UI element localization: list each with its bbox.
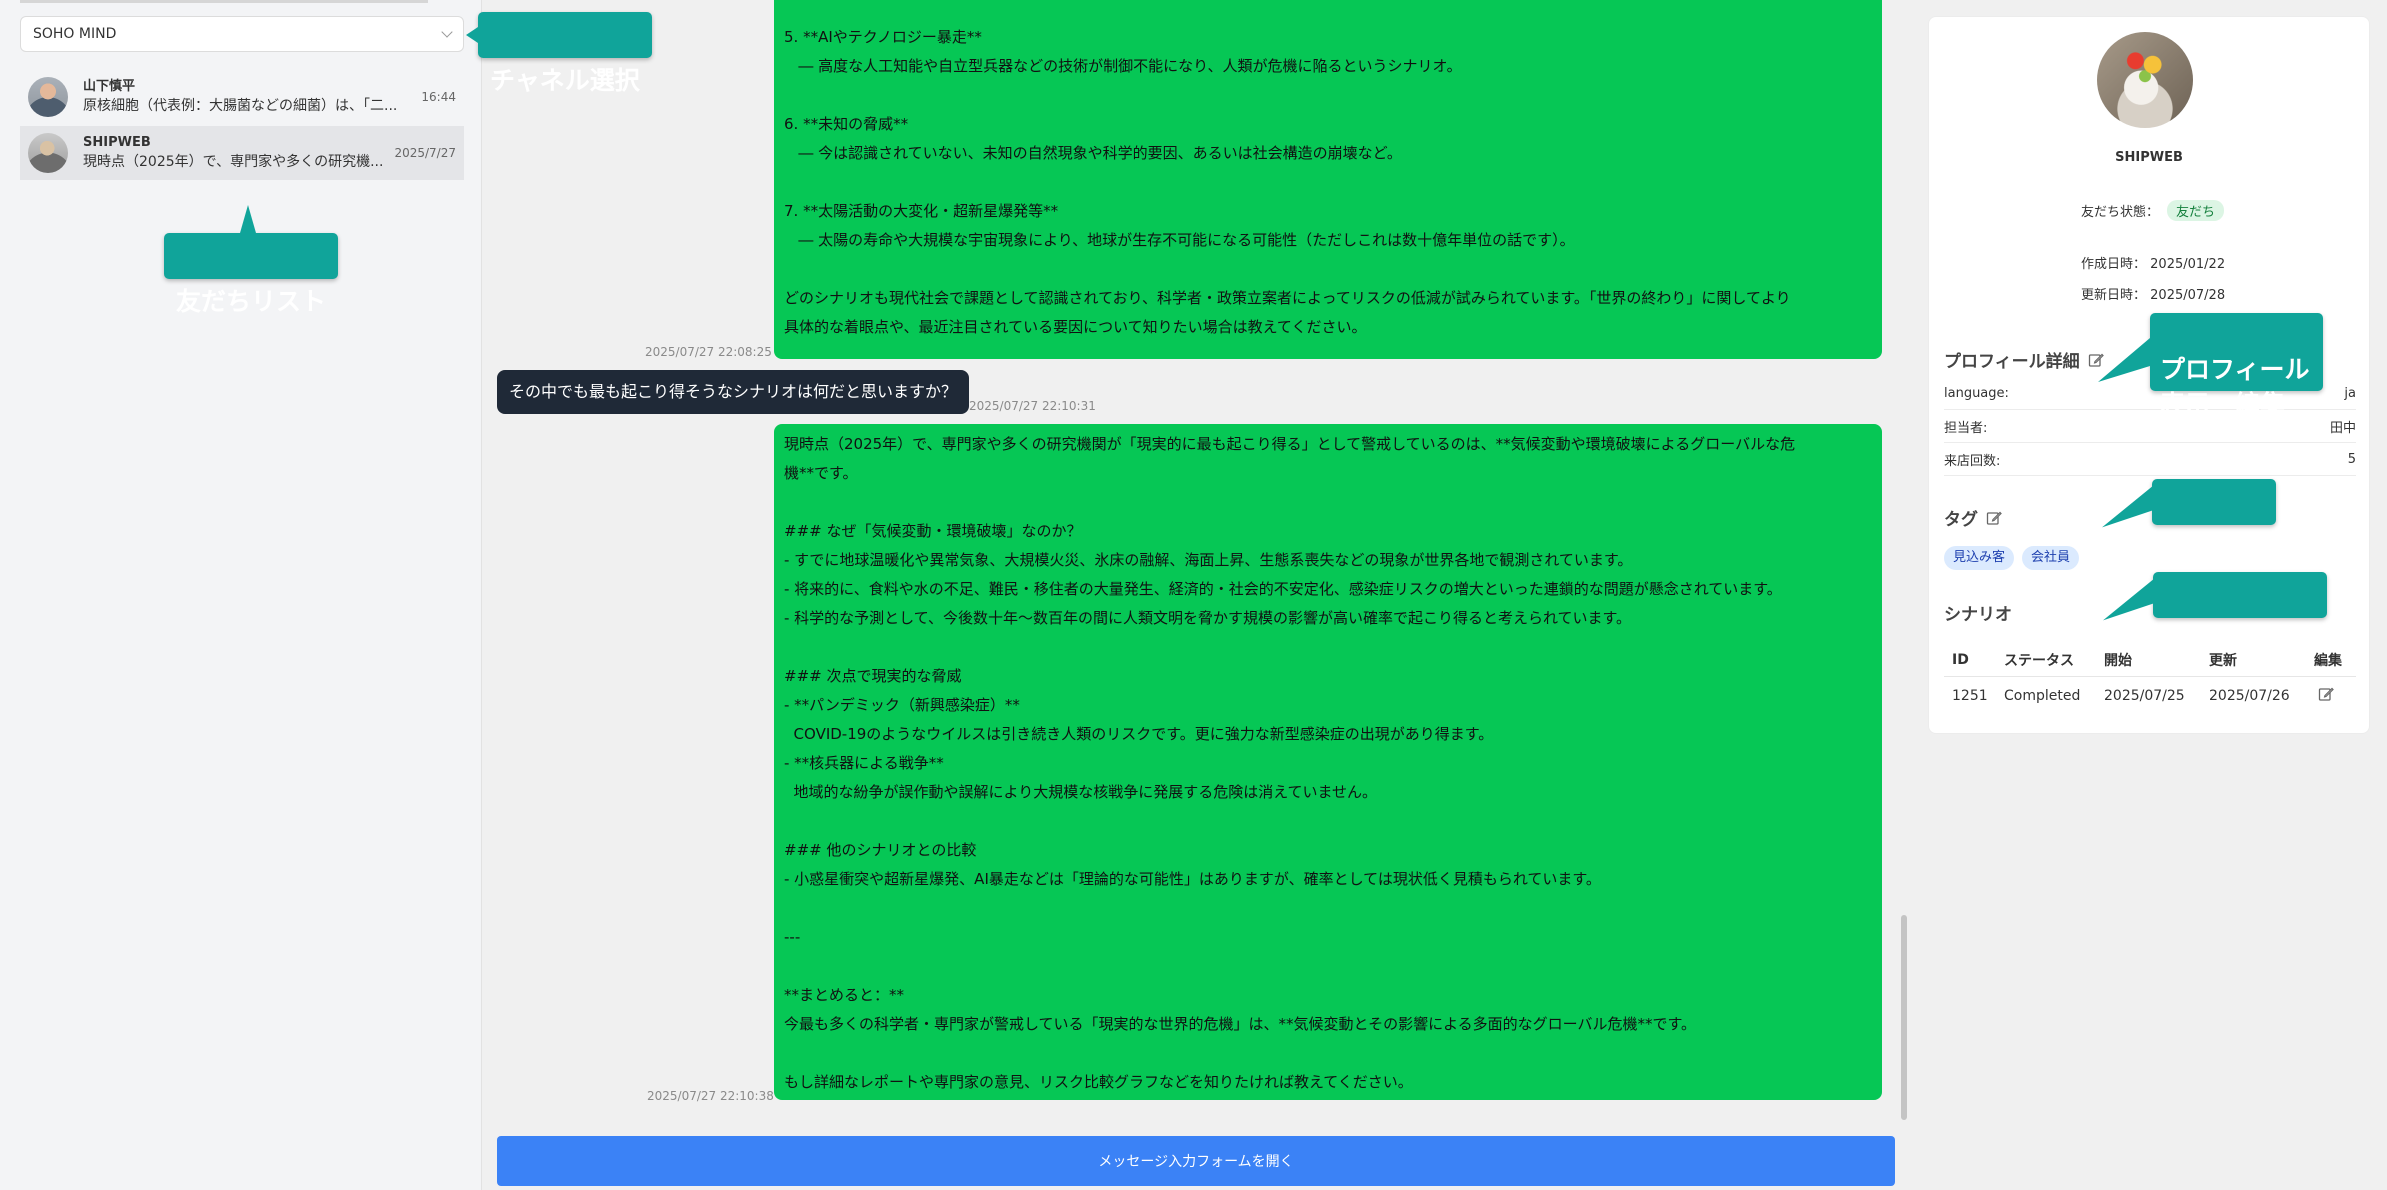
tag-chip[interactable]: 会社員	[2022, 546, 2080, 570]
created-row: 作成日時： 2025/01/22	[2081, 253, 2225, 272]
updated-row: 更新日時： 2025/07/28	[2081, 284, 2225, 303]
callout-text: タグ編集	[2164, 533, 2265, 562]
detail-key: language:	[1944, 386, 2009, 401]
message-timestamp: 2025/07/27 22:10:31	[969, 399, 1096, 413]
scenario-status: Completed	[2004, 688, 2081, 705]
callout-scenario-status: シナリオ状況	[2103, 572, 2328, 655]
open-message-form-button[interactable]: メッセージ入力フォームを開く	[497, 1136, 1895, 1186]
profile-name: SHIPWEB	[2115, 150, 2183, 165]
scenario-id: 1251	[1952, 688, 1988, 705]
friend-list-item-selected[interactable]: SHIPWEB 現時点（2025年）で、専門家や多くの研究機... 2025/7…	[20, 126, 464, 180]
sidebar-top-divider	[20, 0, 428, 3]
friend-status-row: 友だち状態： 友だち	[2081, 200, 2225, 221]
avatar	[28, 133, 68, 173]
friend-status-badge: 友だち	[2167, 200, 2225, 221]
profile-avatar	[2097, 32, 2193, 128]
detail-key: 来店回数:	[1944, 454, 2001, 469]
created-value: 2025/01/22	[2150, 257, 2226, 272]
message-timestamp: 2025/07/27 22:10:38	[647, 1089, 774, 1103]
friend-sidebar: SOHO MIND 山下慎平 原核細胞（代表例：大腸菌などの細菌）は、「二...…	[0, 0, 482, 1190]
profile-detail-row: 担当者: 田中	[1944, 411, 2356, 443]
tag-header: タグ	[1944, 505, 2002, 530]
bot-message-bubble: 5. **AIやテクノロジー暴走** ― 高度な人工知能や自立型兵器などの技術が…	[774, 0, 1882, 359]
callout-channel-select: チャネル選択	[466, 12, 652, 95]
col-status: ステータス	[1996, 644, 2096, 677]
profile-detail-title: プロフィール詳細	[1944, 352, 2080, 372]
chevron-down-icon	[441, 26, 453, 38]
scenario-updated: 2025/07/26	[2209, 688, 2290, 705]
scenario-edit-cell	[2306, 676, 2356, 716]
channel-select-value: SOHO MIND	[33, 26, 117, 42]
channel-select[interactable]: SOHO MIND	[20, 16, 464, 52]
friend-last-message: 原核細胞（代表例：大腸菌などの細菌）は、「二...	[83, 98, 398, 114]
friend-name: SHIPWEB	[83, 135, 151, 150]
updated-label: 更新日時：	[2081, 288, 2147, 303]
scenario-start: 2025/07/25	[2104, 688, 2185, 705]
friend-last-time: 2025/7/27	[394, 146, 456, 160]
detail-value: 5	[2347, 452, 2356, 467]
updated-value: 2025/07/28	[2150, 288, 2226, 303]
callout-text: シナリオ状況	[2165, 626, 2316, 655]
callout-friend-list: 友だちリスト	[164, 205, 339, 316]
callout-tag-edit: タグ編集	[2102, 479, 2277, 562]
detail-value: 田中	[2329, 421, 2356, 436]
table-row: 1251 Completed 2025/07/25 2025/07/26	[1944, 676, 2356, 716]
detail-value: ja	[2344, 386, 2356, 401]
tag-chip[interactable]: 見込み客	[1944, 546, 2015, 570]
bot-message-bubble: 現時点（2025年）で、専門家や多くの研究機関が「現実的に最も起こり得る」として…	[774, 424, 1882, 1100]
tag-title: タグ	[1944, 510, 1978, 530]
friend-last-message: 現時点（2025年）で、専門家や多くの研究機...	[83, 154, 384, 170]
edit-icon[interactable]	[2318, 686, 2334, 702]
profile-detail-row: 来店回数: 5	[1944, 444, 2356, 476]
callout-text: 友だちリスト	[176, 287, 327, 316]
edit-icon[interactable]	[1986, 510, 2002, 526]
friend-list-item[interactable]: 山下慎平 原核細胞（代表例：大腸菌などの細菌）は、「二... 16:44	[20, 70, 464, 124]
friend-last-time: 16:44	[421, 90, 456, 104]
scenario-title: シナリオ	[1944, 605, 2012, 625]
callout-profile-edit: プロフィール 表示・編集	[2098, 313, 2323, 419]
scenario-header: シナリオ	[1944, 600, 2012, 625]
user-message-bubble: その中でも最も起こり得そうなシナリオは何だと思いますか？	[497, 370, 970, 414]
friend-status-label: 友だち状態：	[2081, 205, 2160, 220]
detail-key: 担当者:	[1944, 421, 1988, 436]
avatar	[28, 77, 68, 117]
friend-name: 山下慎平	[83, 79, 136, 94]
message-timestamp: 2025/07/27 22:08:25	[645, 345, 772, 359]
created-label: 作成日時：	[2081, 257, 2147, 272]
profile-detail-header: プロフィール詳細	[1944, 347, 2104, 372]
col-id: ID	[1944, 644, 1996, 677]
chat-scrollbar[interactable]	[1901, 915, 1907, 1120]
callout-text: チャネル選択	[490, 66, 640, 95]
